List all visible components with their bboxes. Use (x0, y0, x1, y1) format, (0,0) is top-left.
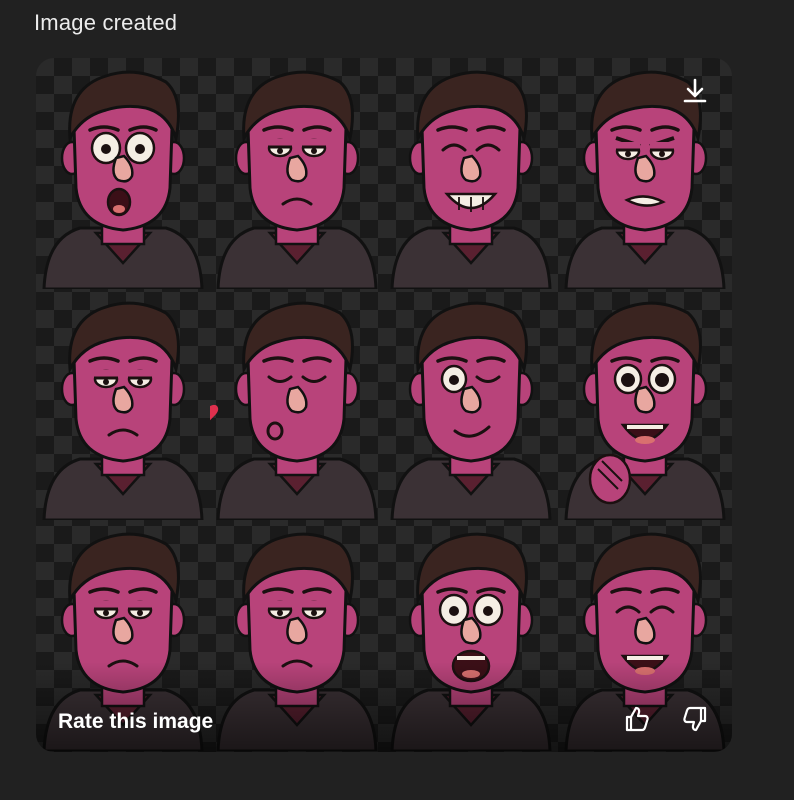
sticker-grid (36, 58, 732, 752)
page-title: Image created (34, 10, 178, 35)
sticker-surprised (36, 58, 210, 289)
heart-icon (210, 404, 219, 421)
thumbs-down-button[interactable] (678, 704, 712, 738)
rate-image-label: Rate this image (58, 710, 214, 733)
clasped-hands (588, 453, 632, 505)
sticker-excited (558, 289, 732, 520)
sticker-winking (384, 289, 558, 520)
download-button[interactable] (678, 76, 712, 110)
sticker-sleepy (210, 520, 384, 751)
sticker-grinning (384, 58, 558, 289)
thumbs-up-button[interactable] (620, 704, 654, 738)
thumbs-down-icon (681, 705, 709, 738)
sticker-shocked (384, 520, 558, 751)
download-icon (682, 77, 708, 110)
sticker-sad (210, 58, 384, 289)
sticker-kissing (210, 289, 384, 520)
sticker-bored (36, 289, 210, 520)
thumbs-up-icon (623, 705, 651, 738)
generated-image-card[interactable]: Rate this image (36, 58, 732, 752)
